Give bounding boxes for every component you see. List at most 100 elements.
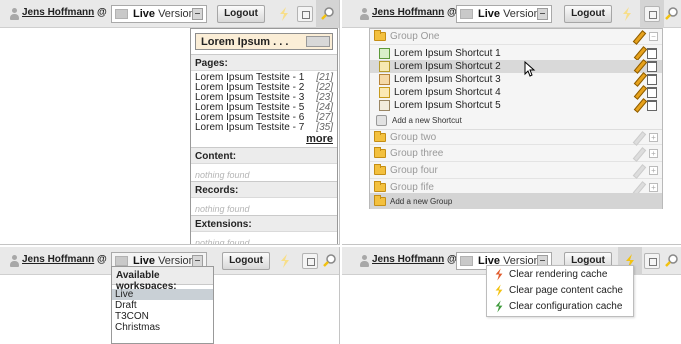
folder-icon <box>374 164 386 175</box>
group-row[interactable]: Group two + <box>370 129 662 145</box>
edit-icon[interactable] <box>634 60 644 72</box>
cache-item[interactable]: Clear configuration cache <box>487 299 633 315</box>
logout-button[interactable]: Logout <box>217 5 265 23</box>
collapse-icon[interactable]: − <box>649 32 658 41</box>
more-link[interactable]: more <box>306 133 333 145</box>
workspace-option[interactable]: Draft <box>112 300 213 311</box>
add-folder-icon <box>374 195 386 206</box>
add-group-label[interactable]: Add a new Group <box>390 197 452 206</box>
user-label[interactable]: Jens Hoffmann @ <box>22 254 107 265</box>
trash-icon[interactable] <box>647 100 657 111</box>
edit-icon[interactable] <box>633 148 643 160</box>
shortcut-row[interactable]: Lorem Ipsum Shortcut 1 <box>370 47 662 60</box>
dropdown-arrow-icon[interactable] <box>537 8 548 20</box>
edit-icon[interactable] <box>634 73 644 85</box>
group-row[interactable]: Group four + <box>370 163 662 179</box>
trash-icon[interactable] <box>647 61 657 72</box>
shortcut-row[interactable]: Lorem Ipsum Shortcut 3 <box>370 73 662 86</box>
monitor-icon <box>460 9 473 19</box>
toolbar: Jens Hoffmann @ Live Version Logout <box>0 0 339 28</box>
add-shortcut-row[interactable]: Add a new Shortcut <box>370 114 662 128</box>
shortcut-label[interactable]: Lorem Ipsum Shortcut 5 <box>394 100 501 111</box>
workspace-option[interactable]: Christmas <box>112 322 213 333</box>
shortcut-label[interactable]: Lorem Ipsum Shortcut 3 <box>394 74 501 85</box>
workspace-label: Live Version <box>133 8 195 20</box>
shortcut-row[interactable]: Lorem Ipsum Shortcut 5 <box>370 99 662 112</box>
trash-icon[interactable] <box>647 74 657 85</box>
mouse-cursor-icon <box>524 61 536 77</box>
backend-button-icon[interactable] <box>644 253 660 269</box>
user-label[interactable]: Jens Hoffmann @ <box>372 7 457 18</box>
logout-button[interactable]: Logout <box>222 252 270 270</box>
group-label[interactable]: Group three <box>390 148 443 159</box>
workspace-option[interactable]: T3CON <box>112 311 213 322</box>
group-row[interactable]: Group three + <box>370 146 662 162</box>
search-icon[interactable] <box>320 6 336 22</box>
edit-icon[interactable] <box>633 165 643 177</box>
group-label[interactable]: Group two <box>390 132 436 143</box>
backend-button-icon[interactable] <box>302 253 318 269</box>
page-title[interactable]: Lorem Ipsum Testsite - 7 <box>195 122 304 133</box>
folder-icon <box>374 131 386 142</box>
workspace-option[interactable]: Live <box>112 289 213 300</box>
user-label[interactable]: Jens Hoffmann @ <box>22 7 107 18</box>
workspace-label: Live Version <box>478 8 540 20</box>
backend-button-icon[interactable] <box>297 6 313 22</box>
expand-icon[interactable]: + <box>649 183 658 192</box>
search-input[interactable]: Lorem Ipsum . . . <box>195 33 333 50</box>
cache-item-label[interactable]: Clear page content cache <box>509 285 623 296</box>
group-label[interactable]: Group four <box>390 165 438 176</box>
user-name[interactable]: Jens Hoffmann <box>22 254 94 265</box>
group-label[interactable]: Group fife <box>390 182 434 193</box>
edit-icon[interactable] <box>634 47 644 59</box>
cache-item[interactable]: Clear page content cache <box>487 283 633 299</box>
expand-icon[interactable]: + <box>649 166 658 175</box>
group-row[interactable]: Group One − <box>370 29 662 45</box>
search-icon[interactable] <box>664 253 680 269</box>
shortcut-label[interactable]: Lorem Ipsum Shortcut 2 <box>394 61 501 72</box>
list-icon <box>379 61 390 72</box>
user-admin-icon <box>379 74 390 85</box>
shortcut-menu: Group One − Lorem Ipsum Shortcut 1 Lorem… <box>369 28 663 209</box>
workspace-select[interactable]: Live Version <box>111 5 207 23</box>
page-result[interactable]: Lorem Ipsum Testsite - 7 [35] <box>195 123 335 133</box>
shortcut-label[interactable]: Lorem Ipsum Shortcut 4 <box>394 87 501 98</box>
edit-icon[interactable] <box>633 31 643 43</box>
user-label[interactable]: Jens Hoffmann @ <box>372 254 457 265</box>
add-shortcut-label[interactable]: Add a new Shortcut <box>392 116 462 125</box>
extensions-empty: nothing found <box>195 238 250 245</box>
cache-bolt-icon[interactable] <box>278 254 292 268</box>
shortcut-label[interactable]: Lorem Ipsum Shortcut 1 <box>394 48 501 59</box>
expand-icon[interactable]: + <box>649 149 658 158</box>
edit-icon[interactable] <box>634 86 644 98</box>
add-group-row[interactable]: Add a new Group <box>370 193 662 209</box>
shortcut-menu-icon[interactable] <box>644 6 660 22</box>
cache-item-label[interactable]: Clear rendering cache <box>509 269 607 280</box>
user-name[interactable]: Jens Hoffmann <box>372 7 444 18</box>
search-icon[interactable] <box>664 6 680 22</box>
edit-icon[interactable] <box>633 132 643 144</box>
workspace-select[interactable]: Live Version <box>456 5 552 23</box>
cache-item-label[interactable]: Clear configuration cache <box>509 301 622 312</box>
cache-bolt-icon[interactable] <box>620 7 634 21</box>
expand-icon[interactable]: + <box>649 133 658 142</box>
user-icon <box>9 8 20 21</box>
workspace-dropdown: Available workspaces: Live Draft T3CON C… <box>111 266 214 344</box>
trash-icon[interactable] <box>647 87 657 98</box>
trash-icon[interactable] <box>647 48 657 59</box>
group-label[interactable]: Group One <box>390 31 439 42</box>
shortcut-row[interactable]: Lorem Ipsum Shortcut 4 <box>370 86 662 99</box>
page-icon <box>379 48 390 59</box>
user-name[interactable]: Jens Hoffmann <box>372 254 444 265</box>
search-icon[interactable] <box>322 253 338 269</box>
edit-icon[interactable] <box>634 99 644 111</box>
logout-button[interactable]: Logout <box>564 5 612 23</box>
workspace-name: Live <box>133 8 156 20</box>
cache-bolt-icon[interactable] <box>277 7 291 21</box>
user-icon <box>359 255 370 268</box>
user-name[interactable]: Jens Hoffmann <box>22 7 94 18</box>
cache-item[interactable]: Clear rendering cache <box>487 267 633 283</box>
search-go-button[interactable] <box>306 36 330 47</box>
shortcut-row[interactable]: Lorem Ipsum Shortcut 2 <box>370 60 662 73</box>
dropdown-arrow-icon[interactable] <box>192 8 203 20</box>
